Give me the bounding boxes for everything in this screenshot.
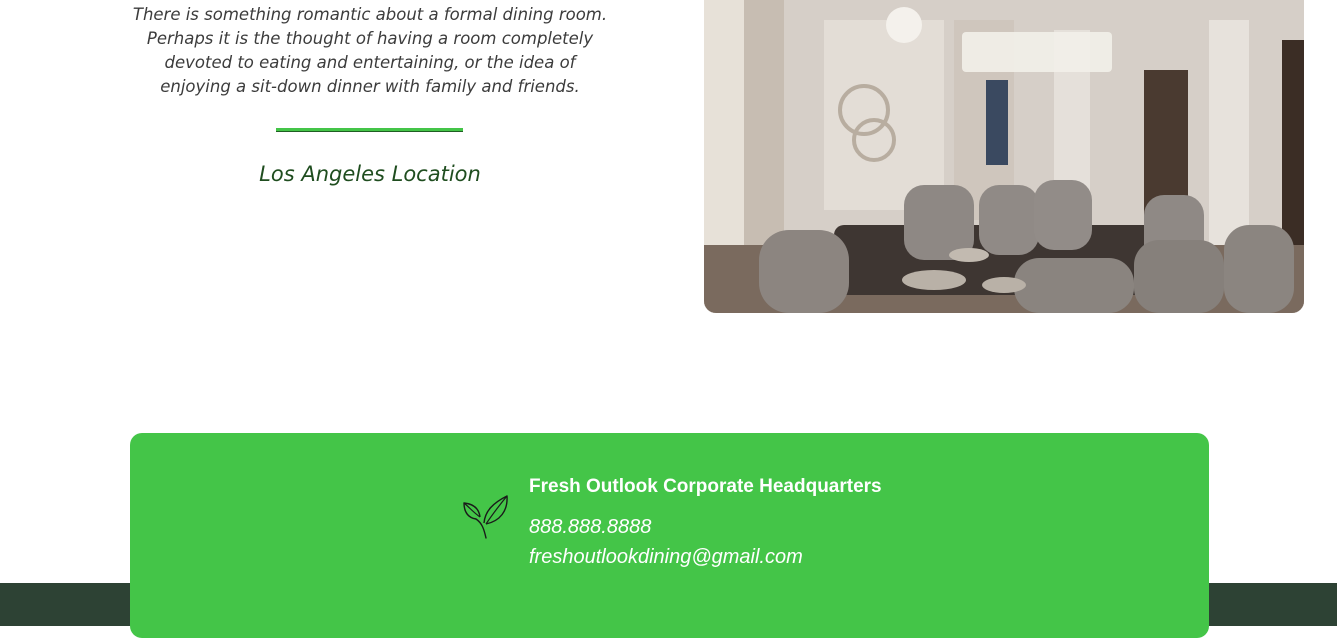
location-title: Los Angeles Location <box>259 162 481 186</box>
leaf-icon <box>462 493 512 543</box>
phone-number-link[interactable]: 888.888.8888 <box>529 516 651 539</box>
intro-paragraph: There is something romantic about a form… <box>132 5 608 96</box>
dining-room-photo-illustration <box>704 0 1304 313</box>
email-link[interactable]: freshoutlookdining@gmail.com <box>529 546 803 569</box>
dining-room-photo <box>704 0 1304 313</box>
contact-card: Fresh Outlook Corporate Headquarters 888… <box>130 433 1209 638</box>
hq-title: Fresh Outlook Corporate Headquarters <box>529 476 882 497</box>
section-divider <box>276 128 463 132</box>
